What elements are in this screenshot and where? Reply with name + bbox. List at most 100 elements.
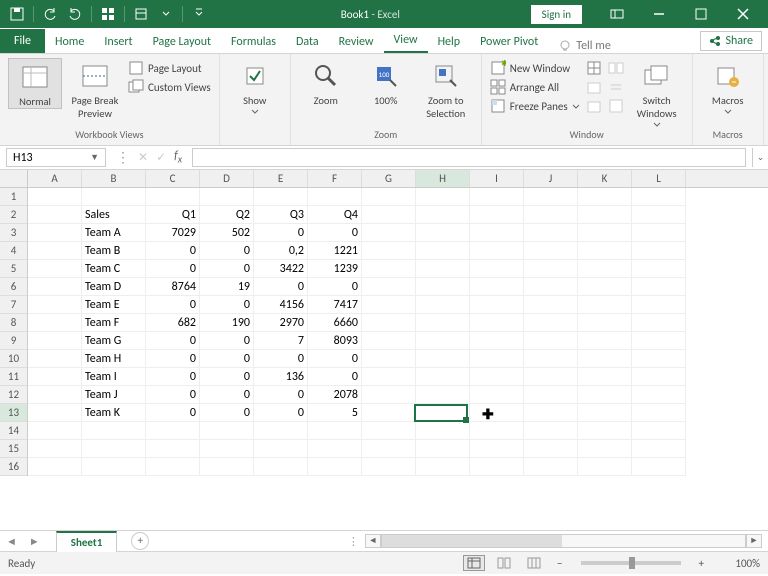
share-button[interactable]: Share — [700, 31, 762, 51]
tab-view[interactable]: View — [384, 28, 428, 53]
column-header[interactable]: A — [28, 170, 82, 187]
cell[interactable] — [632, 386, 686, 404]
minimize-icon[interactable] — [638, 0, 680, 28]
cell[interactable] — [146, 458, 200, 476]
column-header[interactable]: D — [200, 170, 254, 187]
cell[interactable] — [254, 188, 308, 206]
cell[interactable] — [632, 206, 686, 224]
cell[interactable] — [632, 422, 686, 440]
cell[interactable] — [28, 188, 82, 206]
cell[interactable] — [524, 188, 578, 206]
cell[interactable]: 0 — [308, 350, 362, 368]
cell[interactable] — [28, 332, 82, 350]
cell[interactable] — [362, 278, 416, 296]
page-break-view-icon[interactable] — [523, 555, 545, 571]
cell[interactable]: 682 — [146, 314, 200, 332]
cell[interactable] — [632, 278, 686, 296]
cell[interactable] — [200, 458, 254, 476]
cell[interactable]: 8764 — [146, 278, 200, 296]
cell[interactable] — [632, 224, 686, 242]
cell[interactable] — [578, 314, 632, 332]
tab-review[interactable]: Review — [329, 30, 384, 53]
page-layout-button[interactable]: Page Layout — [128, 60, 211, 76]
cell[interactable]: Team A — [82, 224, 146, 242]
qat-dropdown-icon[interactable] — [155, 3, 177, 25]
cell[interactable]: 0 — [254, 404, 308, 422]
sign-in-button[interactable]: Sign in — [531, 5, 582, 24]
cell[interactable] — [28, 350, 82, 368]
cell[interactable] — [82, 188, 146, 206]
cell[interactable] — [524, 278, 578, 296]
cell[interactable] — [632, 188, 686, 206]
cell[interactable] — [632, 404, 686, 422]
horizontal-scrollbar[interactable]: ◄► — [365, 534, 762, 548]
cell[interactable] — [28, 206, 82, 224]
cell[interactable] — [82, 440, 146, 458]
cell[interactable] — [470, 386, 524, 404]
undo-icon[interactable] — [39, 3, 61, 25]
cell[interactable] — [578, 368, 632, 386]
cell[interactable] — [470, 422, 524, 440]
column-header[interactable]: G — [362, 170, 416, 187]
cell[interactable]: 3422 — [254, 260, 308, 278]
cell[interactable] — [524, 422, 578, 440]
tell-me-search[interactable]: Tell me — [548, 39, 621, 53]
cell[interactable]: 0 — [254, 386, 308, 404]
cell[interactable] — [524, 458, 578, 476]
cell[interactable] — [524, 386, 578, 404]
column-header[interactable]: E — [254, 170, 308, 187]
qat-customize-icon[interactable] — [188, 3, 210, 25]
zoom-level[interactable]: 100% — [716, 557, 760, 570]
row-header[interactable]: 10 — [0, 350, 27, 368]
cell[interactable]: 502 — [200, 224, 254, 242]
column-header[interactable]: K — [578, 170, 632, 187]
cell[interactable]: Sales — [82, 206, 146, 224]
split-button[interactable] — [586, 60, 602, 76]
cell[interactable] — [146, 188, 200, 206]
row-header[interactable]: 9 — [0, 332, 27, 350]
cell[interactable] — [416, 224, 470, 242]
cell[interactable]: 8093 — [308, 332, 362, 350]
cell[interactable]: Team B — [82, 242, 146, 260]
cell[interactable] — [524, 314, 578, 332]
cell[interactable]: 190 — [200, 314, 254, 332]
select-all-corner[interactable] — [0, 170, 28, 188]
cell[interactable] — [362, 206, 416, 224]
macros-button[interactable]: Macros — [701, 58, 755, 114]
cell[interactable] — [524, 440, 578, 458]
cell[interactable]: 0 — [200, 350, 254, 368]
cell[interactable] — [578, 404, 632, 422]
cell[interactable] — [416, 188, 470, 206]
cell[interactable] — [470, 350, 524, 368]
cell[interactable] — [308, 188, 362, 206]
row-header[interactable]: 12 — [0, 386, 27, 404]
zoom-slider[interactable] — [581, 561, 681, 565]
row-header[interactable]: 3 — [0, 224, 27, 242]
cell[interactable]: 0 — [200, 386, 254, 404]
cell[interactable] — [632, 314, 686, 332]
ribbon-options-icon[interactable] — [596, 0, 638, 28]
tab-formulas[interactable]: Formulas — [221, 30, 286, 53]
show-button[interactable]: Show — [228, 58, 282, 114]
cell[interactable] — [362, 260, 416, 278]
cell[interactable]: 0 — [254, 350, 308, 368]
column-header[interactable]: J — [524, 170, 578, 187]
cell[interactable]: 0 — [146, 242, 200, 260]
cell[interactable] — [416, 332, 470, 350]
cell[interactable] — [416, 242, 470, 260]
zoom-in-button[interactable]: + — [695, 557, 708, 570]
cell[interactable]: 0 — [200, 296, 254, 314]
normal-view-icon[interactable] — [463, 555, 485, 571]
cell[interactable] — [524, 224, 578, 242]
zoom-to-selection-button[interactable]: Zoom to Selection — [419, 58, 473, 120]
cell[interactable] — [416, 260, 470, 278]
cell[interactable] — [470, 440, 524, 458]
cell[interactable] — [578, 278, 632, 296]
cell[interactable] — [416, 296, 470, 314]
cell[interactable] — [470, 458, 524, 476]
cell[interactable] — [82, 458, 146, 476]
cell[interactable] — [578, 350, 632, 368]
cancel-icon[interactable]: ✕ — [138, 150, 148, 165]
tab-page-layout[interactable]: Page Layout — [143, 30, 221, 53]
tab-help[interactable]: Help — [428, 30, 471, 53]
